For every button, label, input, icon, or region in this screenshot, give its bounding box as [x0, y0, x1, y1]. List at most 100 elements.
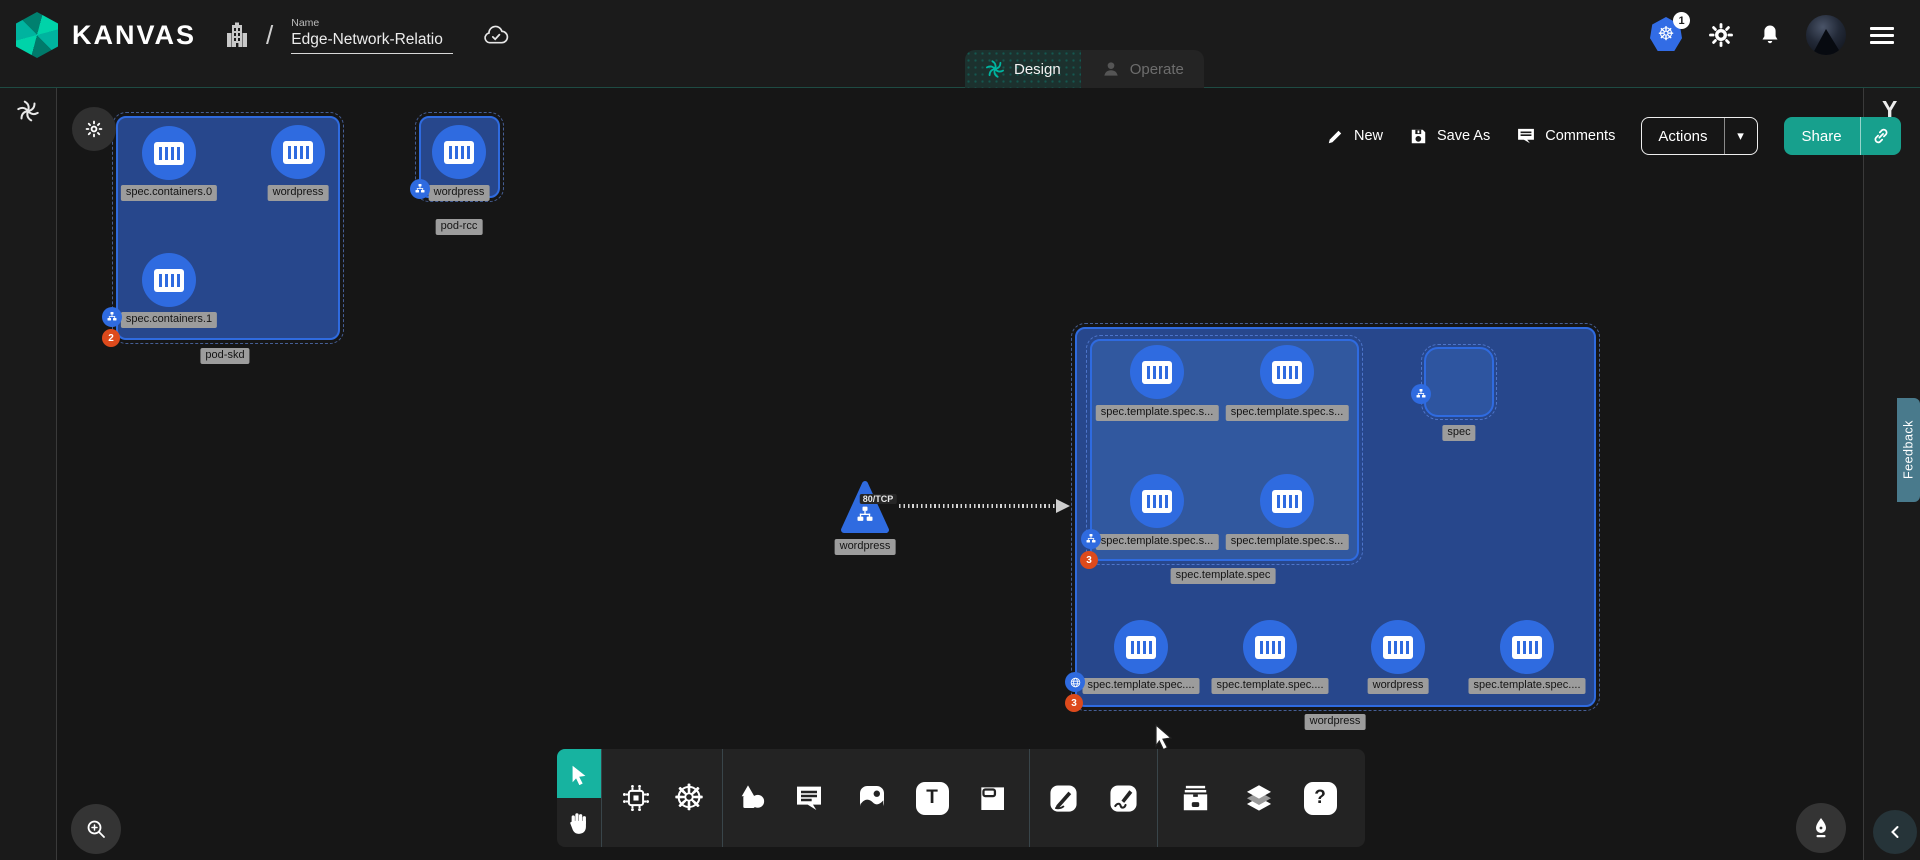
edge-80-tcp[interactable] [899, 504, 1057, 508]
mode-tabs: Design Operate [965, 50, 1204, 88]
container-node[interactable] [1130, 474, 1184, 528]
tab-operate[interactable]: Operate [1081, 50, 1204, 88]
container-node-spec-containers-1[interactable] [142, 253, 196, 307]
tool-sketch[interactable] [1104, 779, 1142, 817]
menu-hamburger-icon[interactable] [1870, 27, 1894, 44]
node-label: spec.containers.1 [121, 312, 217, 328]
container-node-wordpress[interactable] [432, 125, 486, 179]
edge-arrowhead [1056, 499, 1070, 513]
tool-text[interactable]: T [913, 779, 951, 817]
node-label: wordpress [429, 185, 490, 201]
container-icon [444, 141, 474, 164]
tool-shapes[interactable] [733, 779, 771, 817]
count-badge[interactable]: 2 [102, 329, 120, 347]
node-label: spec.template.spec.s... [1226, 405, 1349, 421]
actions-caret-icon[interactable]: ▾ [1725, 118, 1757, 154]
actions-button[interactable]: Actions ▾ [1641, 117, 1757, 155]
node-label: spec.template.spec.s... [1096, 405, 1219, 421]
tool-help[interactable]: ? [1301, 779, 1339, 817]
tool-note[interactable] [973, 779, 1011, 817]
meshery-spiral-icon[interactable] [16, 99, 40, 123]
tool-select[interactable] [557, 749, 601, 798]
user-avatar[interactable] [1806, 15, 1846, 55]
node-label: spec.template.spec.... [1469, 678, 1586, 694]
comments-button[interactable]: Comments [1516, 126, 1615, 146]
node-label: spec.template.spec.s... [1096, 534, 1219, 550]
new-button[interactable]: New [1326, 127, 1383, 146]
container-node-wordpress[interactable] [1371, 620, 1425, 674]
container-node[interactable] [1260, 345, 1314, 399]
tool-kubernetes[interactable]: ☸ [670, 779, 708, 817]
actions-label: Actions [1642, 118, 1723, 154]
k8s-context-switcher[interactable]: ☸ 1 [1650, 17, 1684, 53]
hand-icon [566, 810, 592, 836]
node-label: spec.containers.0 [121, 185, 217, 201]
tool-media[interactable] [853, 779, 891, 817]
tool-components[interactable] [617, 779, 655, 817]
header-right: ☸ 1 [1650, 0, 1894, 70]
hierarchy-badge-icon[interactable] [1411, 384, 1431, 404]
design-spiral-icon [985, 59, 1005, 79]
toolbar-divider [1157, 749, 1158, 847]
canvas-toolbar: ☸ T ? [557, 749, 1365, 847]
save-as-button[interactable]: Save As [1409, 127, 1490, 146]
share-label: Share [1784, 117, 1860, 155]
container-node[interactable] [1114, 620, 1168, 674]
chat-bubble-icon [793, 782, 825, 814]
feedback-tab[interactable]: Feedback [1897, 398, 1920, 502]
tool-layers[interactable] [1240, 779, 1278, 817]
deployment-badge-icon[interactable] [1065, 672, 1085, 692]
node-label: spec [1442, 425, 1475, 441]
node-config-button[interactable] [72, 107, 116, 151]
container-icon [1142, 361, 1172, 384]
notifications-bell-icon[interactable] [1758, 22, 1782, 48]
tab-design[interactable]: Design [965, 50, 1081, 88]
container-node[interactable] [1130, 345, 1184, 399]
hierarchy-badge-icon[interactable] [410, 179, 430, 199]
container-node-spec-containers-0[interactable] [142, 126, 196, 180]
tool-drawer[interactable] [1176, 779, 1214, 817]
settings-gear-icon[interactable] [1708, 22, 1734, 48]
node-label: spec.template.spec.... [1212, 678, 1329, 694]
toolbar-divider [601, 749, 602, 847]
pen-nib-button[interactable] [1796, 803, 1846, 853]
container-node[interactable] [1260, 474, 1314, 528]
container-icon [1126, 636, 1156, 659]
text-tool-icon: T [916, 782, 949, 815]
group-label: pod-rcc [436, 219, 483, 235]
header-left: KANVAS / Name [16, 0, 511, 70]
collapse-right-panel-button[interactable] [1873, 810, 1917, 854]
service-hierarchy-icon [855, 505, 875, 525]
kubernetes-helm-icon: ☸ [673, 780, 705, 816]
zoom-search-button[interactable] [71, 804, 121, 854]
mouse-cursor [1152, 724, 1176, 750]
tool-pen[interactable] [1044, 779, 1082, 817]
kanvas-logo-icon[interactable] [16, 12, 58, 58]
cursor-arrow-icon [568, 763, 590, 785]
name-label: Name [291, 17, 453, 29]
node-spec[interactable] [1424, 347, 1494, 417]
count-badge[interactable]: 3 [1065, 694, 1083, 712]
context-count-badge: 1 [1673, 12, 1690, 29]
share-button[interactable]: Share [1784, 117, 1901, 155]
node-label: wordpress [835, 539, 896, 555]
design-name-input[interactable] [291, 31, 453, 54]
pen-nib-icon [1809, 816, 1833, 840]
kanvas-app: KANVAS / Name Design [0, 0, 1920, 860]
container-icon [154, 142, 184, 165]
node-label: wordpress [1368, 678, 1429, 694]
container-icon [1383, 636, 1413, 659]
organization-building-icon[interactable] [224, 21, 250, 49]
container-node[interactable] [1243, 620, 1297, 674]
hierarchy-badge-icon[interactable] [102, 307, 122, 327]
container-node-wordpress[interactable] [271, 125, 325, 179]
layers-icon [1242, 781, 1276, 815]
count-badge[interactable]: 3 [1080, 551, 1098, 569]
tool-comment[interactable] [790, 779, 828, 817]
group-label: wordpress [1305, 714, 1366, 730]
hierarchy-badge-icon[interactable] [1081, 529, 1101, 549]
container-node[interactable] [1500, 620, 1554, 674]
comment-icon [1516, 126, 1536, 146]
tool-pan[interactable] [560, 804, 598, 842]
share-link-icon[interactable] [1861, 117, 1901, 155]
